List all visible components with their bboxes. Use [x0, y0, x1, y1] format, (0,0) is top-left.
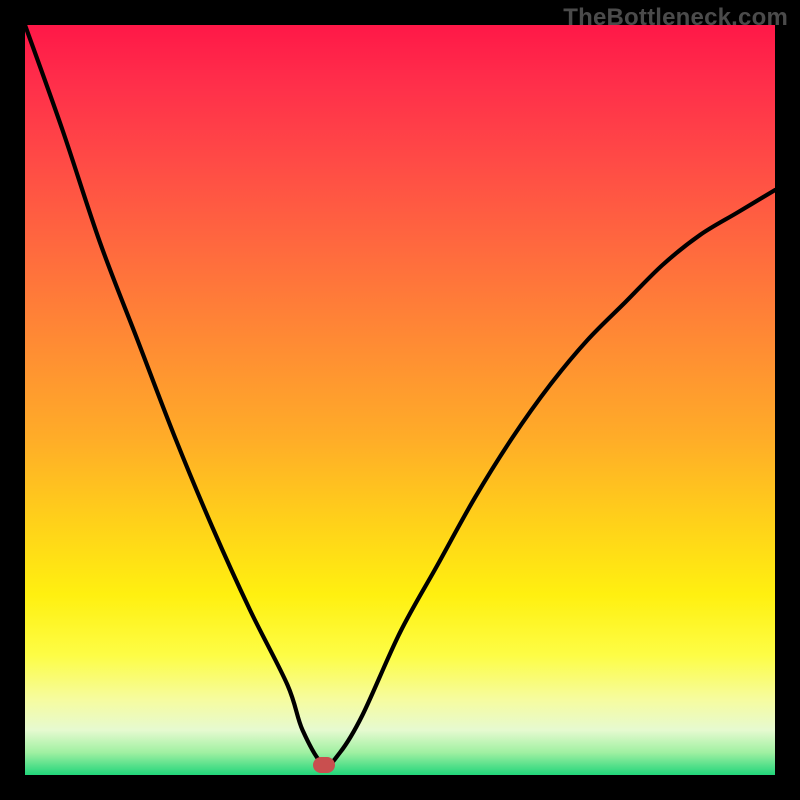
bottleneck-curve: [25, 25, 775, 775]
curve-path: [25, 25, 775, 765]
chart-frame: TheBottleneck.com: [0, 0, 800, 800]
plot-area: [25, 25, 775, 775]
optimal-point-marker: [313, 757, 335, 773]
watermark-text: TheBottleneck.com: [563, 4, 788, 32]
